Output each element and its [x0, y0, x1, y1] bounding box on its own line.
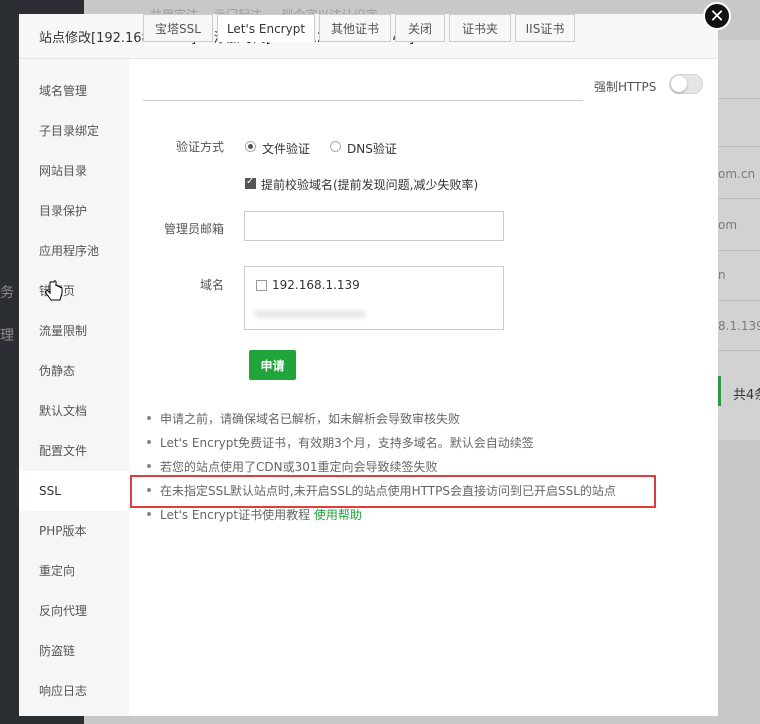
- sidebar-item-redirect[interactable]: 重定向: [19, 551, 129, 591]
- settings-sidebar: 域名管理 子目录绑定 网站目录 目录保护 应用程序池 错误页 流量限制 伪静态 …: [19, 59, 129, 716]
- domain-list: [244, 266, 504, 330]
- background-divider: [718, 250, 760, 251]
- tip-text: 申请之前，请确保域名已解析，如未解析会导致审核失败: [160, 412, 461, 426]
- tip-bullet: [147, 440, 151, 444]
- verify-method-label: 验证方式: [175, 140, 224, 154]
- blurred-domain: [255, 310, 365, 318]
- background-text: om: [718, 218, 738, 232]
- file-verify-label: 文件验证: [262, 142, 311, 156]
- site-edit-modal: 站点修改[192.168.1.139] -- 添加时间[2019-12-07 1…: [19, 14, 718, 716]
- tabs-underline: [143, 100, 583, 101]
- precheck-label: 提前校验域名(提前发现问题,减少失败率): [261, 178, 479, 192]
- sidebar-item-reverse-proxy[interactable]: 反向代理: [19, 591, 129, 631]
- tip-bullet: [147, 464, 151, 468]
- tip-bullet: [147, 512, 151, 516]
- help-link[interactable]: 使用帮助: [314, 508, 362, 522]
- tab-baota-ssl[interactable]: 宝塔SSL: [143, 14, 213, 42]
- background-text: n: [718, 268, 726, 282]
- background-divider: [718, 146, 760, 147]
- tab-close[interactable]: 关闭: [395, 14, 445, 42]
- sidebar-item-site-dir[interactable]: 网站目录: [19, 151, 129, 191]
- dns-verify-label: DNS验证: [347, 142, 397, 156]
- tab-iis-cert[interactable]: IIS证书: [515, 14, 575, 42]
- background-divider: [718, 300, 760, 301]
- tab-cert-folder[interactable]: 证书夹: [449, 14, 511, 42]
- tutorial-label: Let's Encrypt证书使用教程: [160, 508, 311, 522]
- background-divider: [718, 350, 760, 351]
- domain-label: 域名: [199, 278, 224, 292]
- sidebar-item-app-pool[interactable]: 应用程序池: [19, 231, 129, 271]
- tab-other-cert[interactable]: 其他证书: [319, 14, 391, 42]
- hand-cursor-icon: [45, 280, 63, 301]
- precheck-checkbox[interactable]: [245, 176, 256, 189]
- background-divider: [718, 98, 760, 99]
- domain-checkbox[interactable]: [256, 280, 267, 291]
- sidebar-item-php-version[interactable]: PHP版本: [19, 511, 129, 551]
- tip-bullet: [147, 416, 151, 420]
- background-text: 务: [0, 285, 14, 301]
- file-verify-radio[interactable]: [245, 141, 256, 152]
- background-accent-bar: [718, 376, 721, 406]
- background-divider: [718, 198, 760, 199]
- background-card: [718, 40, 760, 440]
- tip-text: Let's Encrypt免费证书，有效期3个月，支持多域名。默认会自动续签: [160, 436, 534, 450]
- highlight-annotation-box: [130, 475, 656, 508]
- close-icon[interactable]: ✕: [703, 2, 731, 30]
- sidebar-item-domain[interactable]: 域名管理: [19, 71, 129, 111]
- force-https-toggle[interactable]: [669, 74, 703, 94]
- tab-lets-encrypt[interactable]: Let's Encrypt: [217, 14, 315, 42]
- background-text: 共4条: [733, 388, 760, 403]
- email-label: 管理员邮箱: [163, 222, 224, 236]
- sidebar-item-response-log[interactable]: 响应日志: [19, 671, 129, 711]
- sidebar-item-dir-protect[interactable]: 目录保护: [19, 191, 129, 231]
- sidebar-item-hotlink[interactable]: 防盗链: [19, 631, 129, 671]
- sidebar-item-default-doc[interactable]: 默认文档: [19, 391, 129, 431]
- background-text: 理: [0, 328, 14, 344]
- domain-item-label: 192.168.1.139: [272, 278, 360, 292]
- tip-text: 若您的站点使用了CDN或301重定向会导致续签失败: [160, 460, 438, 474]
- sidebar-item-subdir[interactable]: 子目录绑定: [19, 111, 129, 151]
- apply-button[interactable]: 申请: [249, 350, 296, 380]
- dns-verify-radio[interactable]: [330, 141, 341, 152]
- sidebar-item-ssl[interactable]: SSL: [19, 471, 129, 511]
- sidebar-item-traffic-limit[interactable]: 流量限制: [19, 311, 129, 351]
- email-field[interactable]: [244, 211, 504, 241]
- toggle-knob: [671, 76, 687, 92]
- tutorial-text: Let's Encrypt证书使用教程 使用帮助: [160, 506, 362, 523]
- background-text: om.cn: [718, 167, 756, 181]
- force-https-label: 强制HTTPS: [594, 80, 657, 94]
- sidebar-item-config-file[interactable]: 配置文件: [19, 431, 129, 471]
- sidebar-item-error-page[interactable]: 错误页: [19, 271, 129, 311]
- background-text: 8.1.139: [718, 319, 760, 333]
- sidebar-item-rewrite[interactable]: 伪静态: [19, 351, 129, 391]
